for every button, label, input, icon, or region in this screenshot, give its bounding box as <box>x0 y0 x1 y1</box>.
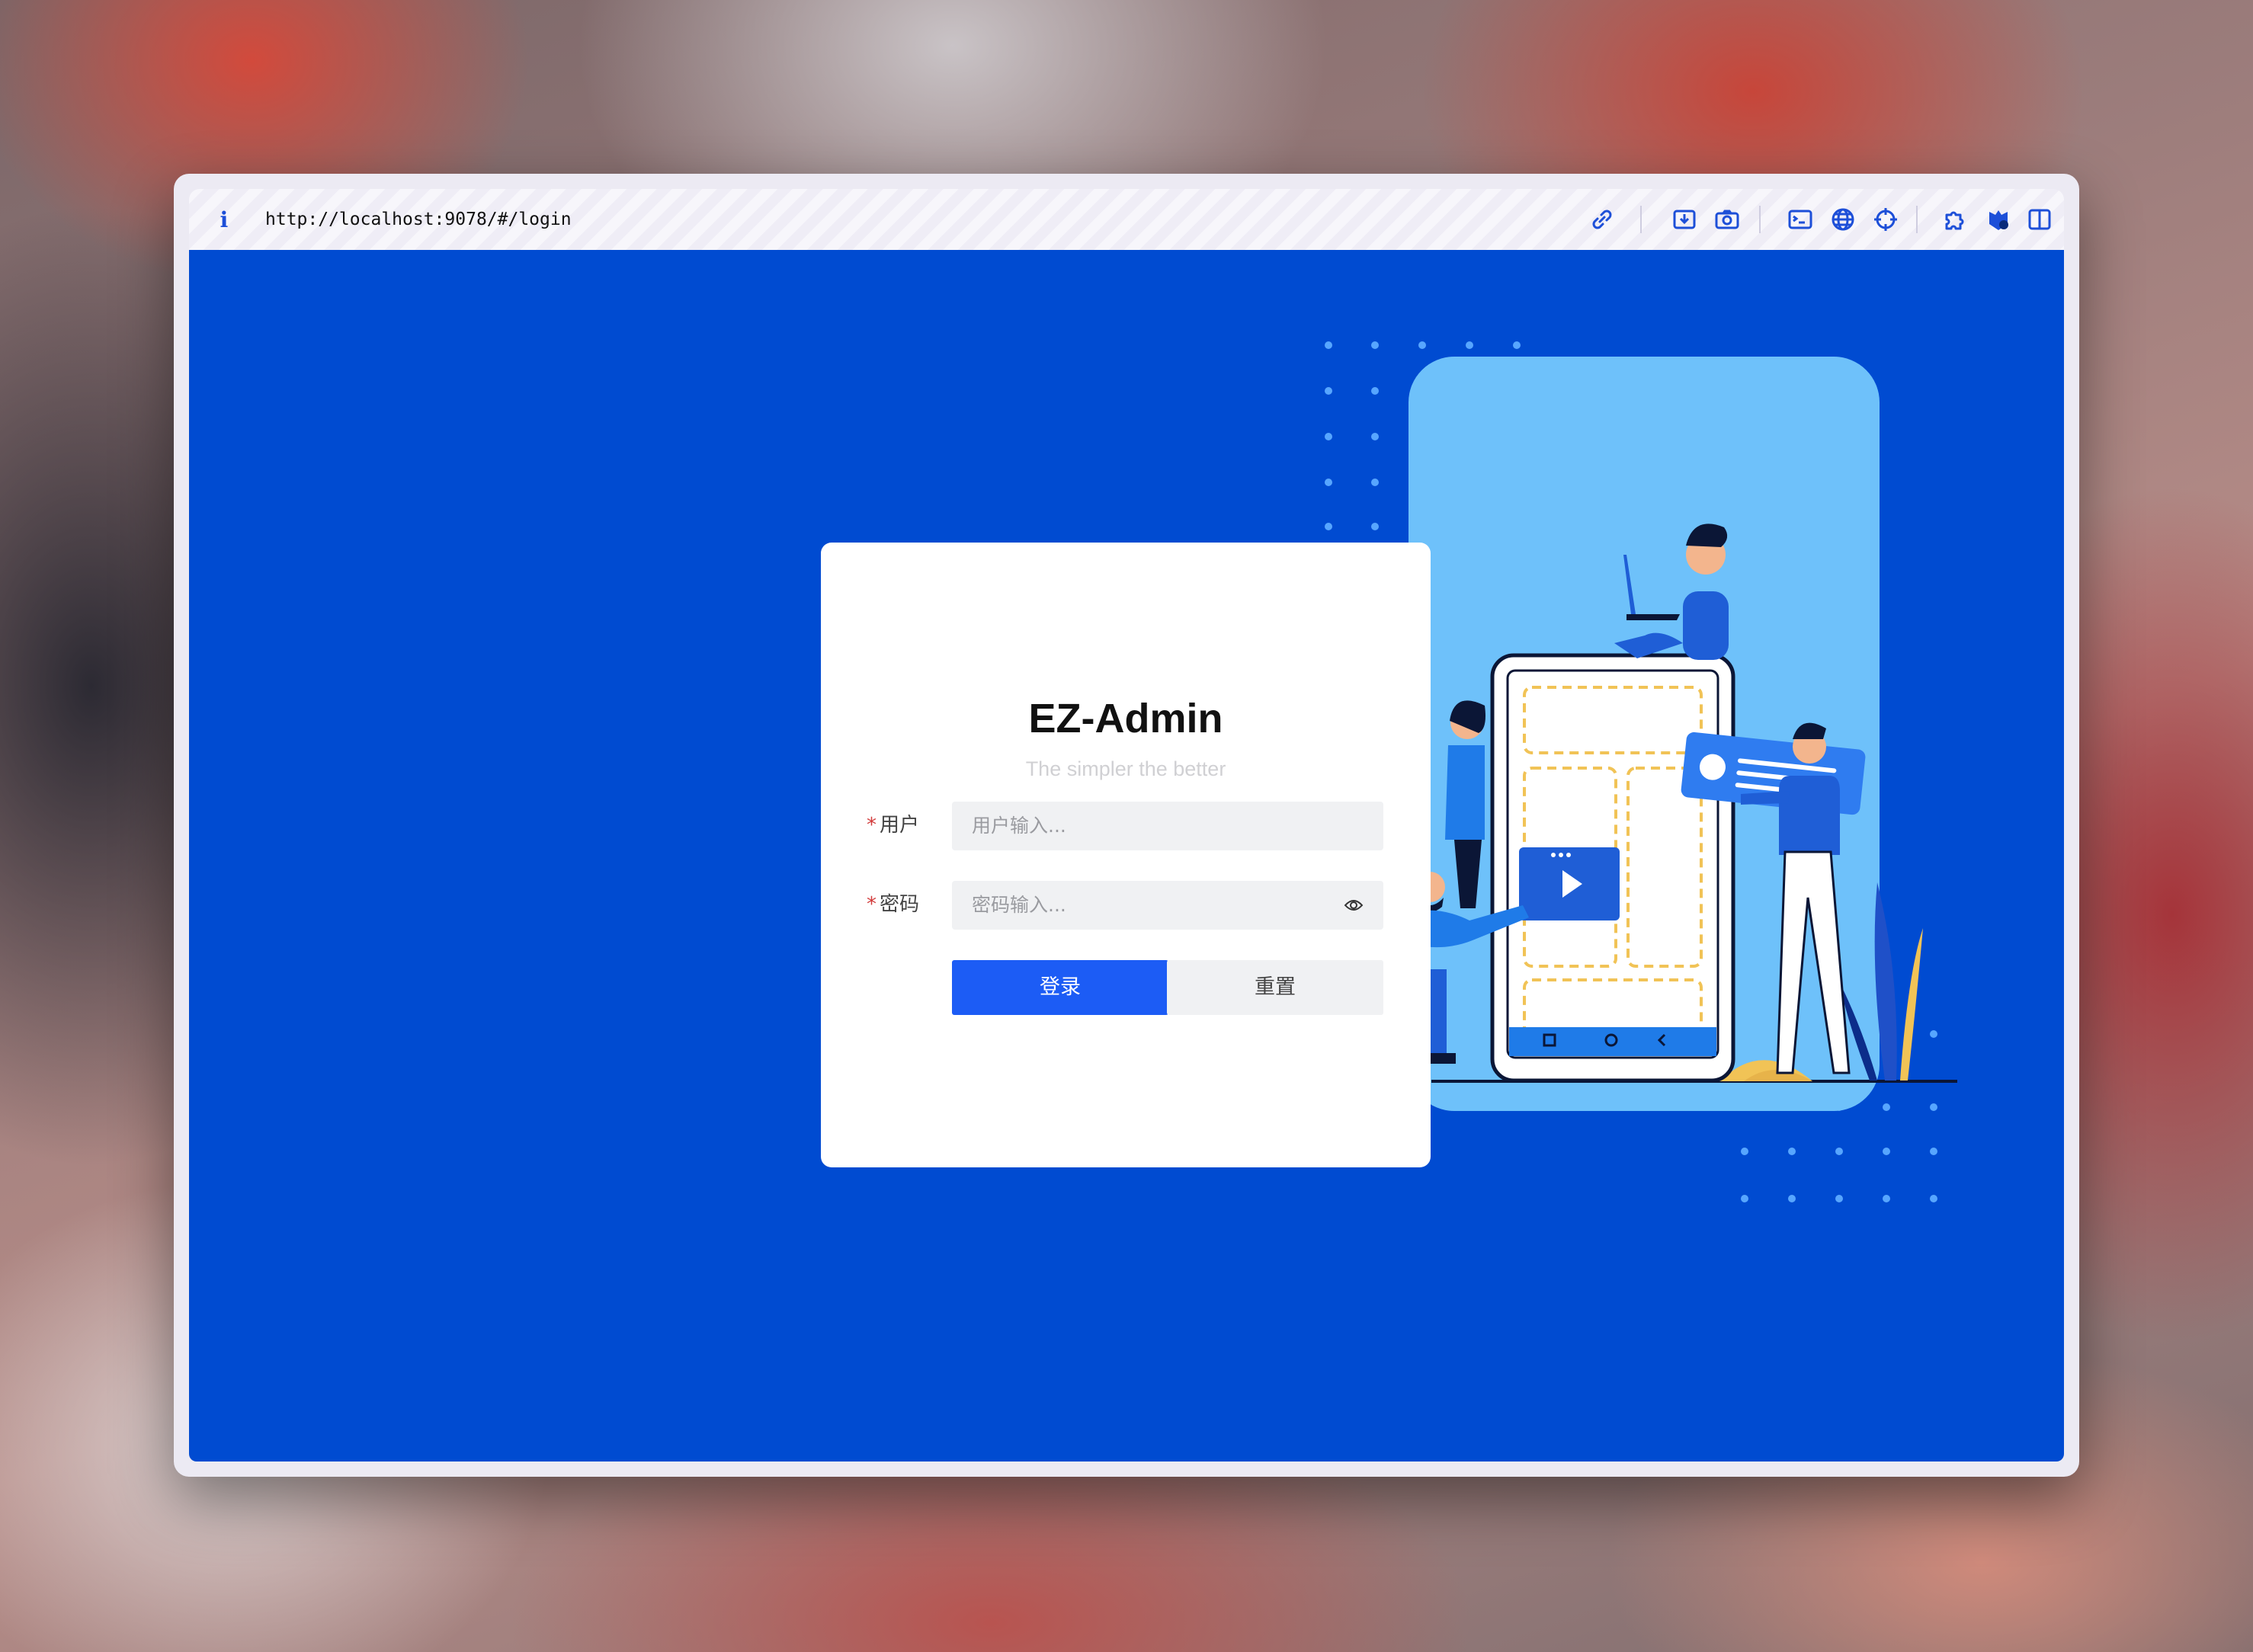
password-label-text: 密码 <box>880 893 920 916</box>
user-input[interactable]: 用户输入... <box>952 802 1383 850</box>
profile-icon[interactable] <box>1983 204 2014 235</box>
toolbar-separator <box>1759 206 1761 233</box>
toolbar-separator <box>1640 206 1642 233</box>
password-label: * 密码 <box>867 881 943 928</box>
toolbar-separator <box>1916 206 1918 233</box>
login-page: EZ-Admin The simpler the better * 用户 用户输入… <box>189 250 2064 1462</box>
required-mark: * <box>867 893 877 916</box>
required-mark: * <box>867 814 877 837</box>
app-subtitle: The simpler the better <box>1025 757 1226 780</box>
user-label-text: 用户 <box>880 814 920 837</box>
browser-toolbar: i http://localhost:9078/#/login <box>189 189 2064 250</box>
link-icon[interactable] <box>1587 204 1617 235</box>
login-card: EZ-Admin The simpler the better * 用户 用户输入… <box>821 543 1431 1167</box>
password-input[interactable]: 密码输入... <box>952 881 1383 930</box>
reset-button[interactable]: 重置 <box>1167 960 1383 1015</box>
sidebar-icon[interactable] <box>2024 204 2055 235</box>
download-icon[interactable] <box>1669 204 1700 235</box>
user-label: * 用户 <box>867 802 943 849</box>
crosshair-icon[interactable] <box>1870 204 1901 235</box>
extensions-icon[interactable] <box>1941 204 1971 235</box>
password-input-placeholder: 密码输入... <box>972 894 1066 916</box>
terminal-icon[interactable] <box>1785 204 1816 235</box>
info-icon[interactable]: i <box>216 207 232 233</box>
url-text[interactable]: http://localhost:9078/#/login <box>265 206 572 233</box>
camera-icon[interactable] <box>1712 204 1742 235</box>
login-button[interactable]: 登录 <box>952 960 1168 1015</box>
browser-window: i http://localhost:9078/#/login EZ-Admin… <box>174 174 2079 1477</box>
eye-icon[interactable] <box>1344 898 1364 913</box>
user-input-placeholder: 用户输入... <box>972 815 1066 837</box>
globe-icon[interactable] <box>1828 204 1858 235</box>
app-title: EZ-Admin <box>1028 696 1223 741</box>
